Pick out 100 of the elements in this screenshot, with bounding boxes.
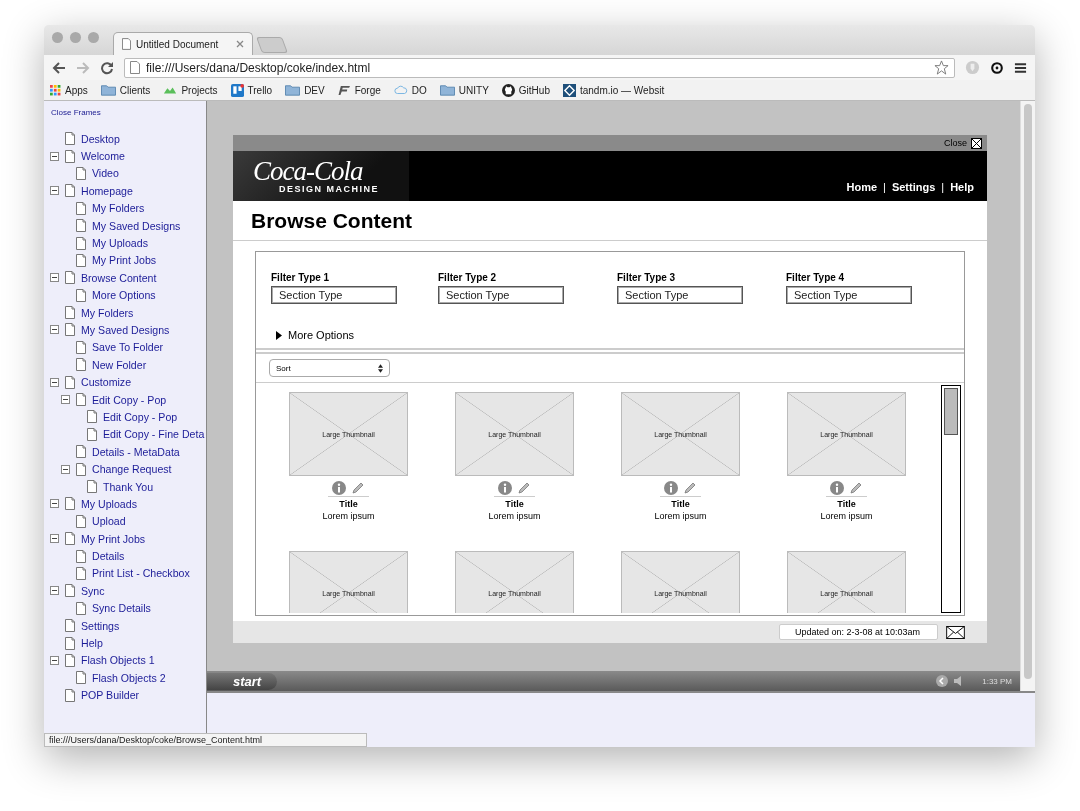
close-link[interactable]: Close [944, 138, 967, 148]
collapse-toggle[interactable] [50, 377, 59, 387]
sidebar-link[interactable]: Print List - Checkbox [92, 567, 190, 580]
sidebar-link[interactable]: Details [92, 550, 125, 563]
page-icon [65, 375, 75, 389]
star-icon[interactable] [934, 60, 949, 75]
sidebar-link[interactable]: Video [92, 167, 119, 180]
sidebar-link[interactable]: Help [81, 637, 103, 649]
sidebar-link[interactable]: Sync [81, 584, 105, 597]
sidebar-link[interactable]: Edit Copy - Pop [92, 393, 167, 406]
sidebar-link[interactable]: My Print Jobs [81, 532, 146, 545]
browser-tab[interactable]: Untitled Document [113, 32, 253, 55]
sidebar-link[interactable]: Settings [81, 619, 120, 632]
page-icon [65, 132, 75, 146]
sidebar-link[interactable]: POP Builder [81, 689, 140, 702]
more-options-toggle[interactable]: More Options [276, 329, 355, 341]
sidebar-link[interactable]: My Uploads [81, 497, 137, 510]
nav-separator: | [883, 181, 886, 193]
sidebar-link[interactable]: My Saved Designs [92, 219, 181, 232]
info-icon[interactable] [830, 481, 844, 495]
sort-dropdown[interactable]: Sort [269, 359, 390, 377]
logo-subtitle: DESIGN MACHINE [279, 184, 380, 194]
scrollbar[interactable] [941, 385, 961, 613]
sidebar-link[interactable]: My Print Jobs [92, 254, 157, 267]
back-icon[interactable] [52, 60, 66, 75]
pencil-icon[interactable] [517, 481, 531, 495]
collapse-toggle[interactable] [50, 186, 59, 196]
close-icon[interactable] [971, 137, 982, 149]
pencil-icon[interactable] [849, 481, 863, 495]
thumbnail-description: Lorem ipsum [820, 511, 873, 521]
collapse-toggle[interactable] [50, 655, 59, 665]
menu-icon[interactable] [1014, 61, 1027, 74]
info-icon[interactable] [332, 481, 346, 495]
nav-link[interactable]: Help [950, 181, 974, 193]
bookmark[interactable]: UNITY [439, 84, 489, 96]
sidebar-link[interactable]: Homepage [81, 184, 133, 197]
bookmark[interactable]: Clients [100, 84, 151, 96]
page-icon [65, 532, 75, 546]
envelope-icon[interactable] [946, 625, 965, 639]
filter-label: Filter Type 3 [617, 272, 677, 283]
sidebar-link[interactable]: Browse Content [81, 271, 157, 284]
collapse-toggle[interactable] [50, 534, 59, 544]
sidebar-link[interactable]: Edit Copy - Pop [103, 410, 178, 423]
filter-field[interactable]: Section Type [271, 286, 397, 304]
close-frames-link[interactable]: Close Frames [51, 108, 101, 117]
nav-link[interactable]: Settings [891, 181, 936, 193]
bookmark[interactable]: GitHub [501, 83, 550, 97]
nav-link[interactable]: Home [846, 181, 878, 193]
bookmark[interactable]: Apps [50, 84, 88, 96]
collapse-toggle[interactable] [50, 273, 59, 283]
sidebar-link[interactable]: My Folders [81, 306, 134, 319]
scroll-thumb[interactable] [944, 388, 958, 435]
sidebar-link[interactable]: Flash Objects 1 [81, 654, 155, 667]
scroll-thumb[interactable] [1024, 104, 1032, 679]
pencil-icon[interactable] [683, 481, 697, 495]
forge-icon [337, 84, 351, 96]
filter-field[interactable]: Section Type [617, 286, 743, 304]
sidebar-link[interactable]: Details - MetaData [92, 445, 180, 458]
status-url: file:///Users/dana/Desktop/coke/Browse_Content.html [44, 733, 367, 747]
filter-field[interactable]: Section Type [438, 286, 564, 304]
sidebar-link[interactable]: Upload [92, 515, 126, 528]
page-icon [130, 61, 140, 74]
collapse-toggle[interactable] [61, 395, 70, 405]
folder-icon [285, 84, 301, 96]
sidebar-link[interactable]: Edit Copy - Fine Deta [103, 428, 205, 441]
bookmark[interactable]: DO [393, 84, 427, 96]
sync-icon[interactable] [990, 60, 1004, 75]
bookmark[interactable]: Projects [163, 84, 218, 96]
diamond-icon [562, 83, 576, 97]
sidebar-link[interactable]: Thank You [103, 480, 154, 493]
pencil-icon[interactable] [351, 481, 365, 495]
sidebar-link[interactable]: My Uploads [92, 237, 148, 250]
start-button[interactable]: start [207, 672, 278, 690]
bookmark[interactable]: DEV [285, 84, 325, 96]
collapse-toggle[interactable] [50, 499, 59, 509]
sidebar-link[interactable]: More Options [92, 289, 156, 302]
bookmark[interactable]: Forge [337, 84, 381, 96]
bookmark[interactable]: Trello [230, 83, 273, 97]
thumbnail-description: Lorem ipsum [654, 511, 707, 521]
bookmark[interactable]: tandm.io — Websit [562, 83, 665, 97]
reload-icon[interactable] [100, 60, 114, 75]
sidebar-link[interactable]: Save To Folder [92, 341, 164, 354]
sidebar-link[interactable]: Customize [81, 376, 132, 389]
sidebar-link[interactable]: Change Request [92, 463, 172, 476]
sidebar-link[interactable]: Sync Details [92, 602, 151, 615]
sidebar-link[interactable]: My Saved Designs [81, 324, 170, 336]
info-icon[interactable] [664, 481, 678, 495]
sidebar-link[interactable]: Welcome [81, 150, 125, 163]
info-icon[interactable] [498, 481, 512, 495]
collapse-toggle[interactable] [50, 325, 59, 335]
sidebar-link[interactable]: Desktop [81, 132, 120, 145]
collapse-toggle[interactable] [61, 464, 70, 474]
sidebar-link[interactable]: Flash Objects 2 [92, 671, 166, 684]
filter-field[interactable]: Section Type [786, 286, 912, 304]
sidebar-link[interactable]: New Folder [92, 358, 147, 371]
collapse-toggle[interactable] [50, 151, 59, 161]
logo-script: Coca-Cola [253, 158, 364, 184]
address-bar[interactable]: file:///Users/dana/Desktop/coke/index.html [124, 57, 955, 78]
sidebar-link[interactable]: My Folders [92, 202, 145, 215]
collapse-toggle[interactable] [50, 586, 59, 596]
